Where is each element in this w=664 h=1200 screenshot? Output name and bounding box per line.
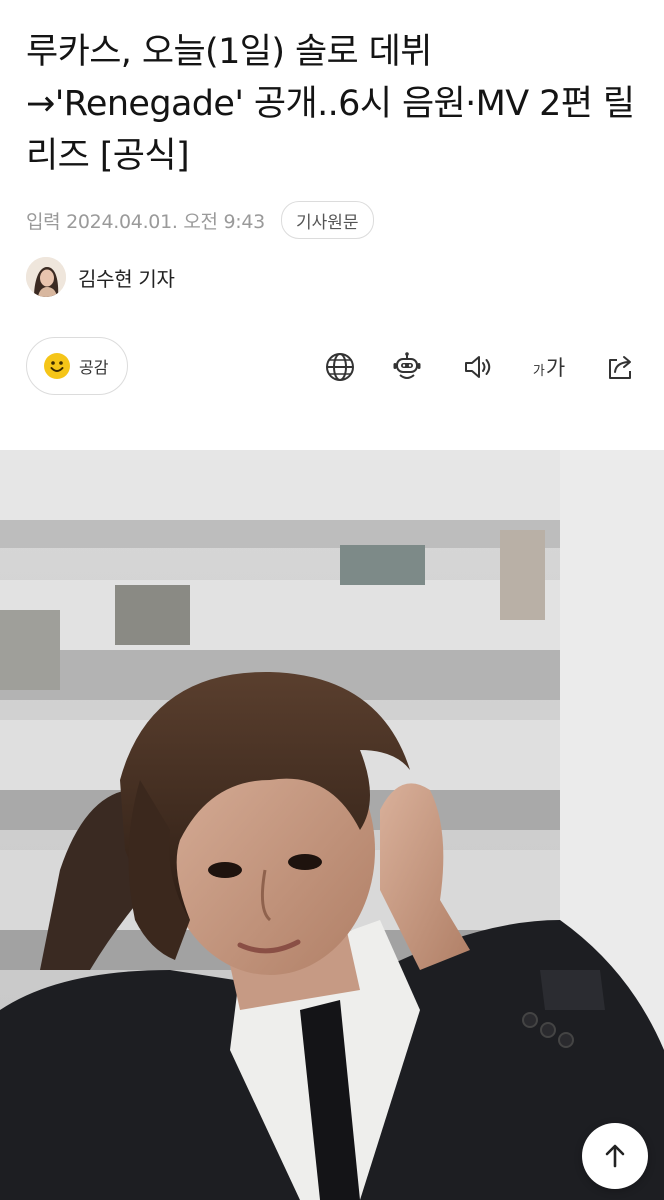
article-headline: 루카스, 오늘(1일) 솔로 데뷔 →'Renegade' 공개..6시 음원·…: [26, 32, 635, 176]
arrow-up-icon: [605, 1144, 625, 1168]
robot-icon: [393, 352, 421, 379]
share-button[interactable]: [602, 349, 638, 385]
reporter-avatar[interactable]: [26, 257, 66, 297]
article-toolbar: 공감 가가: [26, 337, 638, 397]
font-size-button[interactable]: 가가: [526, 349, 572, 385]
smile-icon: [44, 353, 70, 379]
reporter-name[interactable]: 김수현 기자: [78, 263, 175, 292]
share-icon: [609, 356, 631, 379]
article-meta: 입력 2024.04.01. 오전 9:43 기사원문: [26, 201, 374, 239]
like-label: 공감: [79, 358, 109, 377]
original-article-button[interactable]: 기사원문: [280, 201, 374, 239]
globe-icon: [326, 353, 354, 381]
translate-button[interactable]: [322, 349, 358, 385]
scroll-to-top-button[interactable]: [582, 1123, 648, 1189]
summary-bot-button[interactable]: [389, 349, 425, 385]
publish-date: 입력 2024.04.01. 오전 9:43: [26, 210, 265, 233]
font-size-icon: 가가: [532, 356, 566, 380]
reporter-byline[interactable]: 김수현 기자: [26, 257, 175, 297]
speaker-icon: [465, 356, 491, 378]
like-button[interactable]: 공감: [26, 337, 128, 395]
read-aloud-button[interactable]: [460, 349, 496, 385]
article-photo[interactable]: [0, 450, 664, 1200]
